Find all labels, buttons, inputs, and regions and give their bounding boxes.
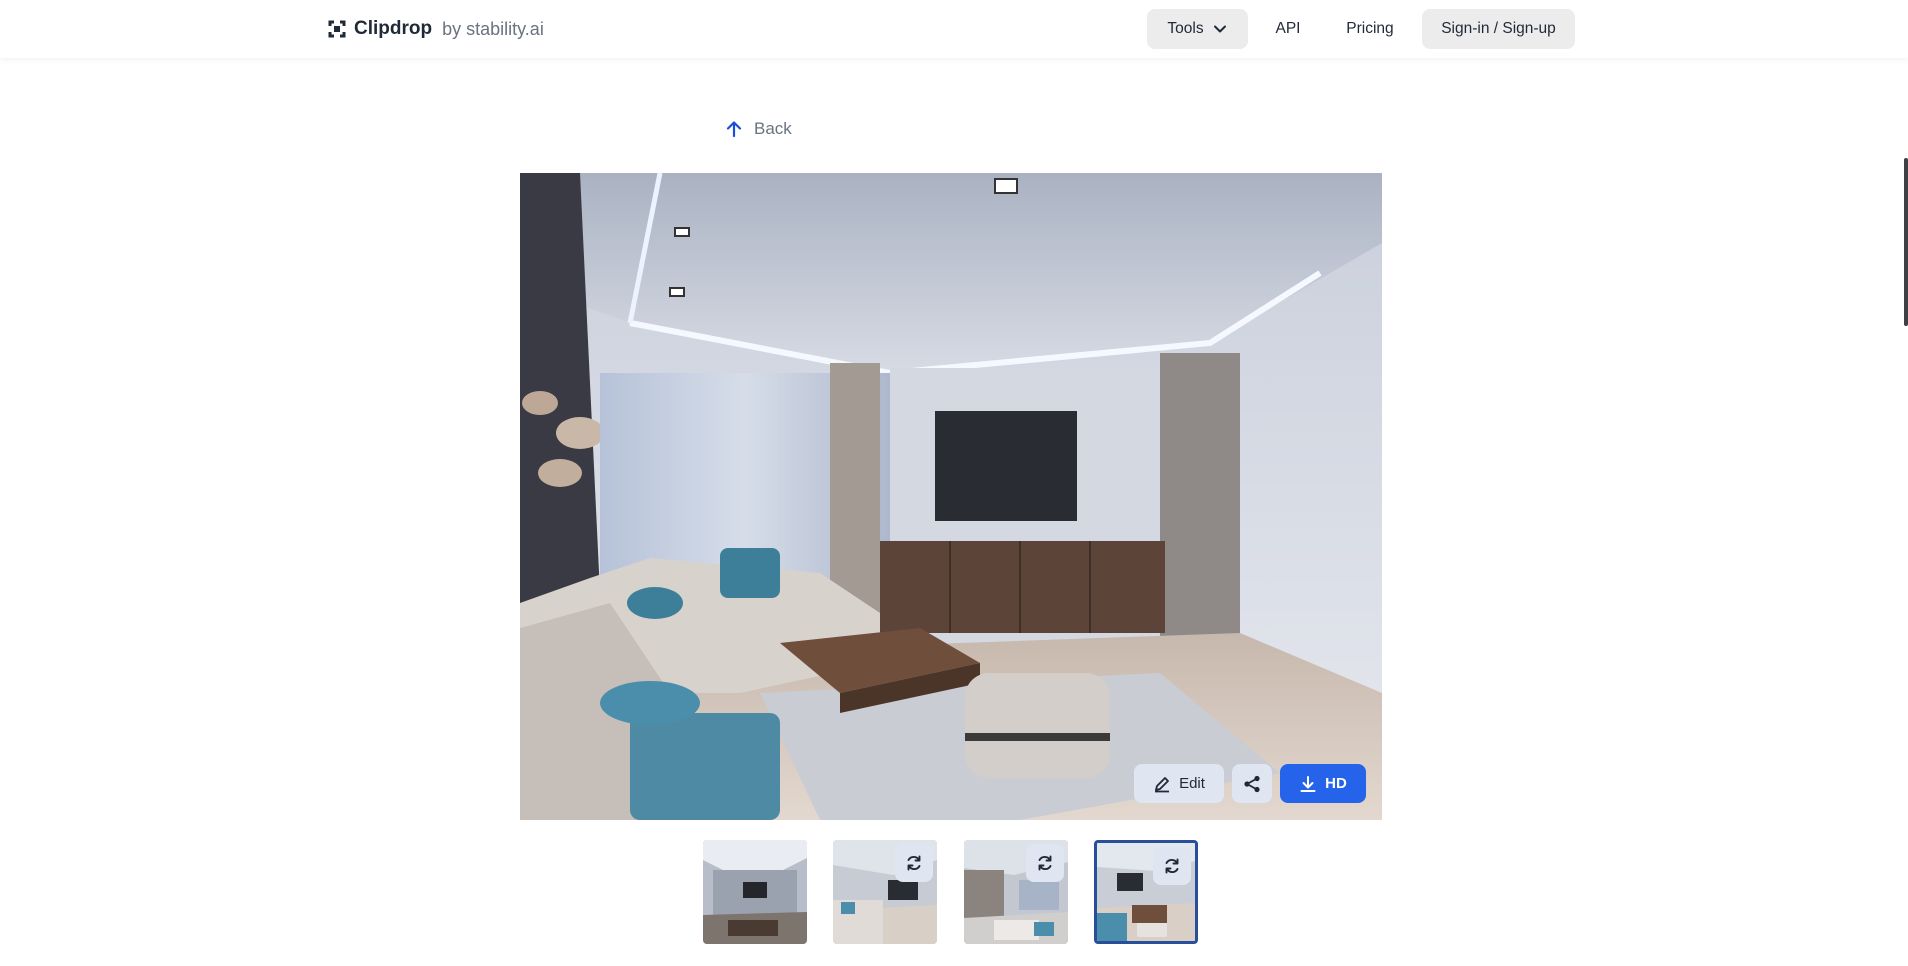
refresh-icon <box>1165 858 1179 874</box>
regenerate-button[interactable] <box>1153 847 1191 885</box>
thumbnail-4-selected[interactable] <box>1094 840 1198 944</box>
generated-image <box>520 173 1382 820</box>
thumbnail-2[interactable] <box>833 840 937 944</box>
thumbnail-image <box>703 840 807 944</box>
back-link[interactable]: Back <box>724 116 792 142</box>
brand-logo-link[interactable]: Clipdrop by stability.ai <box>326 15 544 43</box>
signin-signup-button[interactable]: Sign-in / Sign-up <box>1422 9 1575 49</box>
arrow-up-icon <box>726 121 742 138</box>
brand-subtitle: by stability.ai <box>442 18 544 39</box>
clipdrop-logo-icon <box>328 20 346 38</box>
pricing-link[interactable]: Pricing <box>1339 9 1401 49</box>
regenerate-button[interactable] <box>1026 844 1064 882</box>
chevron-down-icon <box>1213 25 1226 33</box>
living-room-image <box>520 173 1382 820</box>
top-navbar: Clipdrop by stability.ai <box>0 0 1908 58</box>
refresh-icon <box>907 855 921 871</box>
regenerate-button[interactable] <box>895 844 933 882</box>
tools-label: Tools <box>1167 20 1204 37</box>
share-icon <box>1244 775 1260 792</box>
tools-dropdown-button[interactable]: Tools <box>1147 9 1248 49</box>
brand-name: Clipdrop <box>354 18 433 39</box>
edit-label: Edit <box>1179 775 1205 792</box>
edit-button[interactable]: Edit <box>1134 764 1224 803</box>
pencil-icon <box>1155 776 1170 792</box>
thumbnail-1[interactable] <box>703 840 807 944</box>
hd-label: HD <box>1325 775 1347 792</box>
share-button[interactable] <box>1232 764 1272 803</box>
thumbnail-3[interactable] <box>964 840 1068 944</box>
download-hd-button[interactable]: HD <box>1280 764 1366 803</box>
refresh-icon <box>1038 855 1052 871</box>
download-icon <box>1300 775 1316 792</box>
api-link[interactable]: API <box>1270 9 1306 49</box>
scrollbar-thumb[interactable] <box>1904 158 1908 326</box>
back-label: Back <box>754 119 792 138</box>
